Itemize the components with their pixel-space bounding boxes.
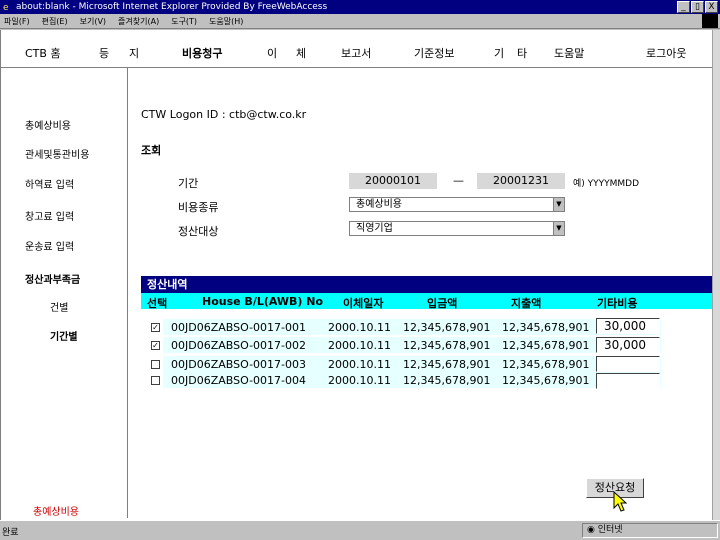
status-bar: 완료 ◉ 인터넷 (0, 520, 720, 540)
row-expense: 12,345,678,901 (502, 358, 590, 371)
nav-home[interactable]: CTB 홈 (25, 45, 61, 61)
cost-type-select[interactable]: 총예상비용 ▼ (349, 197, 565, 212)
menu-view[interactable]: 보기(V) (80, 16, 106, 27)
nav-reports[interactable]: 보고서 (341, 45, 371, 61)
security-zone: ◉ 인터넷 (582, 523, 718, 538)
settlement-section-header: 정산내역 (141, 276, 713, 293)
sidebar-item-total-estimated-cost[interactable]: 총예상비용 (25, 117, 71, 132)
browser-window: e about:blank - Microsoft Internet Explor… (0, 0, 720, 540)
column-header-deposit: 입금액 (427, 297, 458, 310)
row-transfer-date: 2000.10.11 (328, 374, 391, 387)
main-content: CTW Logon ID : ctb@ctw.co.kr 조회 기간 20000… (129, 68, 713, 518)
nav-logout[interactable]: 로그아웃 (646, 45, 686, 61)
row-expense: 12,345,678,901 (502, 374, 590, 387)
window-controls: _ ▯ X (677, 1, 718, 13)
nav-billing[interactable]: 비용청구 (182, 45, 222, 61)
search-section-title: 조회 (141, 144, 162, 157)
period-label: 기간 (178, 177, 199, 190)
table-row: 00JD06ZABSO-0017-003 2000.10.11 12,345,6… (141, 356, 661, 372)
nav-register-1[interactable]: 등 (99, 45, 109, 61)
column-header-bl-no: House B/L(AWB) No (202, 295, 324, 308)
row-deposit: 12,345,678,901 (403, 321, 491, 334)
row-deposit: 12,345,678,901 (403, 339, 491, 352)
row-bl-no: 00JD06ZABSO-0017-003 (171, 358, 306, 371)
mouse-cursor-icon (613, 491, 627, 512)
cost-type-label: 비용종류 (178, 201, 219, 214)
windows-logo-icon (702, 14, 718, 28)
minimize-button[interactable]: _ (677, 1, 690, 13)
nav-master-data[interactable]: 기준정보 (414, 45, 454, 61)
menu-edit[interactable]: 편집(E) (42, 16, 68, 27)
settlement-target-value: 직영기업 (356, 223, 393, 234)
column-header-other-cost: 기타비용 (597, 297, 638, 310)
sidebar-item-transport-fee[interactable]: 운송료 입력 (25, 238, 74, 253)
menu-help[interactable]: 도움말(H) (209, 16, 243, 27)
period-to-input[interactable]: 20001231 (477, 173, 565, 189)
row-deposit: 12,345,678,901 (403, 358, 491, 371)
menu-bar: 파일(F) 편집(E) 보기(V) 즐겨찾기(A) 도구(T) 도움말(H) (0, 14, 720, 29)
other-cost-input[interactable] (596, 356, 660, 372)
row-expense: 12,345,678,901 (502, 321, 590, 334)
menu-tools[interactable]: 도구(T) (171, 16, 197, 27)
row-transfer-date: 2000.10.11 (328, 358, 391, 371)
table-row: ✓ 00JD06ZABSO-0017-002 2000.10.11 12,345… (141, 337, 661, 353)
row-deposit: 12,345,678,901 (403, 374, 491, 387)
row-checkbox[interactable] (151, 376, 160, 385)
menu-favorites[interactable]: 즐겨찾기(A) (118, 16, 159, 27)
sidebar-item-customs-cost[interactable]: 관세및통관비용 (25, 146, 89, 161)
maximize-button[interactable]: ▯ (691, 1, 704, 13)
settlement-target-label: 정산대상 (178, 225, 219, 238)
other-cost-input[interactable]: 30,000 (596, 337, 660, 353)
settlement-target-select[interactable]: 직영기업 ▼ (349, 221, 565, 236)
nav-help[interactable]: 도움말 (554, 45, 584, 61)
sidebar-item-storage-fee[interactable]: 창고료 입력 (25, 208, 74, 223)
zone-label: 인터넷 (597, 525, 623, 535)
vertical-scrollbar[interactable] (712, 30, 720, 520)
top-navigation: CTB 홈 등 지 비용청구 이 체 보고서 기준정보 기 타 도움말 로그아웃 (1, 30, 713, 68)
close-button[interactable]: X (705, 1, 718, 13)
sidebar-item-handling-fee[interactable]: 하역료 입력 (25, 176, 74, 191)
other-cost-input[interactable]: 30,000 (596, 318, 660, 334)
nav-etc-2[interactable]: 타 (517, 45, 527, 61)
nav-etc-1[interactable]: 기 (494, 45, 504, 61)
row-checkbox[interactable] (151, 360, 160, 369)
ie-logo-icon: e (3, 3, 9, 13)
sidebar-item-by-period[interactable]: 기간별 (50, 328, 78, 343)
row-checkbox[interactable]: ✓ (151, 341, 160, 350)
window-title: about:blank - Microsoft Internet Explore… (16, 2, 328, 12)
nav-transfer-2[interactable]: 체 (296, 45, 306, 61)
period-from-input[interactable]: 20000101 (349, 173, 437, 189)
table-header-row: 선택 House B/L(AWB) No 이체일자 입금액 지출액 기타비용 (141, 293, 713, 310)
globe-icon: ◉ (587, 525, 598, 535)
chevron-down-icon[interactable]: ▼ (553, 222, 564, 235)
nav-transfer-1[interactable]: 이 (267, 45, 277, 61)
row-expense: 12,345,678,901 (502, 339, 590, 352)
title-bar: e about:blank - Microsoft Internet Explor… (0, 0, 720, 14)
cost-type-value: 총예상비용 (356, 199, 402, 210)
sidebar-item-settlement-balance[interactable]: 정산과부족금 (25, 271, 80, 286)
logon-id: CTW Logon ID : ctb@ctw.co.kr (141, 108, 307, 121)
table-row: ✓ 00JD06ZABSO-0017-001 2000.10.11 12,345… (141, 319, 661, 335)
row-bl-no: 00JD06ZABSO-0017-001 (171, 321, 306, 334)
sidebar-footer-total-cost[interactable]: 총예상비용 (33, 503, 79, 518)
status-text: 완료 (2, 528, 19, 538)
period-separator: — (453, 174, 464, 187)
menu-file[interactable]: 파일(F) (4, 16, 30, 27)
row-checkbox[interactable]: ✓ (151, 323, 160, 332)
page-content: CTB 홈 등 지 비용청구 이 체 보고서 기준정보 기 타 도움말 로그아웃… (0, 30, 713, 520)
column-header-expense: 지출액 (511, 297, 542, 310)
row-bl-no: 00JD06ZABSO-0017-004 (171, 374, 306, 387)
column-header-select: 선택 (147, 297, 168, 310)
period-format-hint: 예) YYYYMMDD (573, 179, 640, 189)
row-bl-no: 00JD06ZABSO-0017-002 (171, 339, 306, 352)
other-cost-input[interactable] (596, 373, 660, 389)
row-transfer-date: 2000.10.11 (328, 321, 391, 334)
column-header-transfer-date: 이체일자 (343, 297, 384, 310)
sidebar: 총예상비용 관세및통관비용 하역료 입력 창고료 입력 운송료 입력 정산과부족… (1, 68, 128, 518)
chevron-down-icon[interactable]: ▼ (553, 198, 564, 211)
row-transfer-date: 2000.10.11 (328, 339, 391, 352)
nav-register-2[interactable]: 지 (129, 45, 139, 61)
sidebar-item-by-case[interactable]: 건별 (50, 299, 68, 314)
table-row: 00JD06ZABSO-0017-004 2000.10.11 12,345,6… (141, 372, 661, 388)
